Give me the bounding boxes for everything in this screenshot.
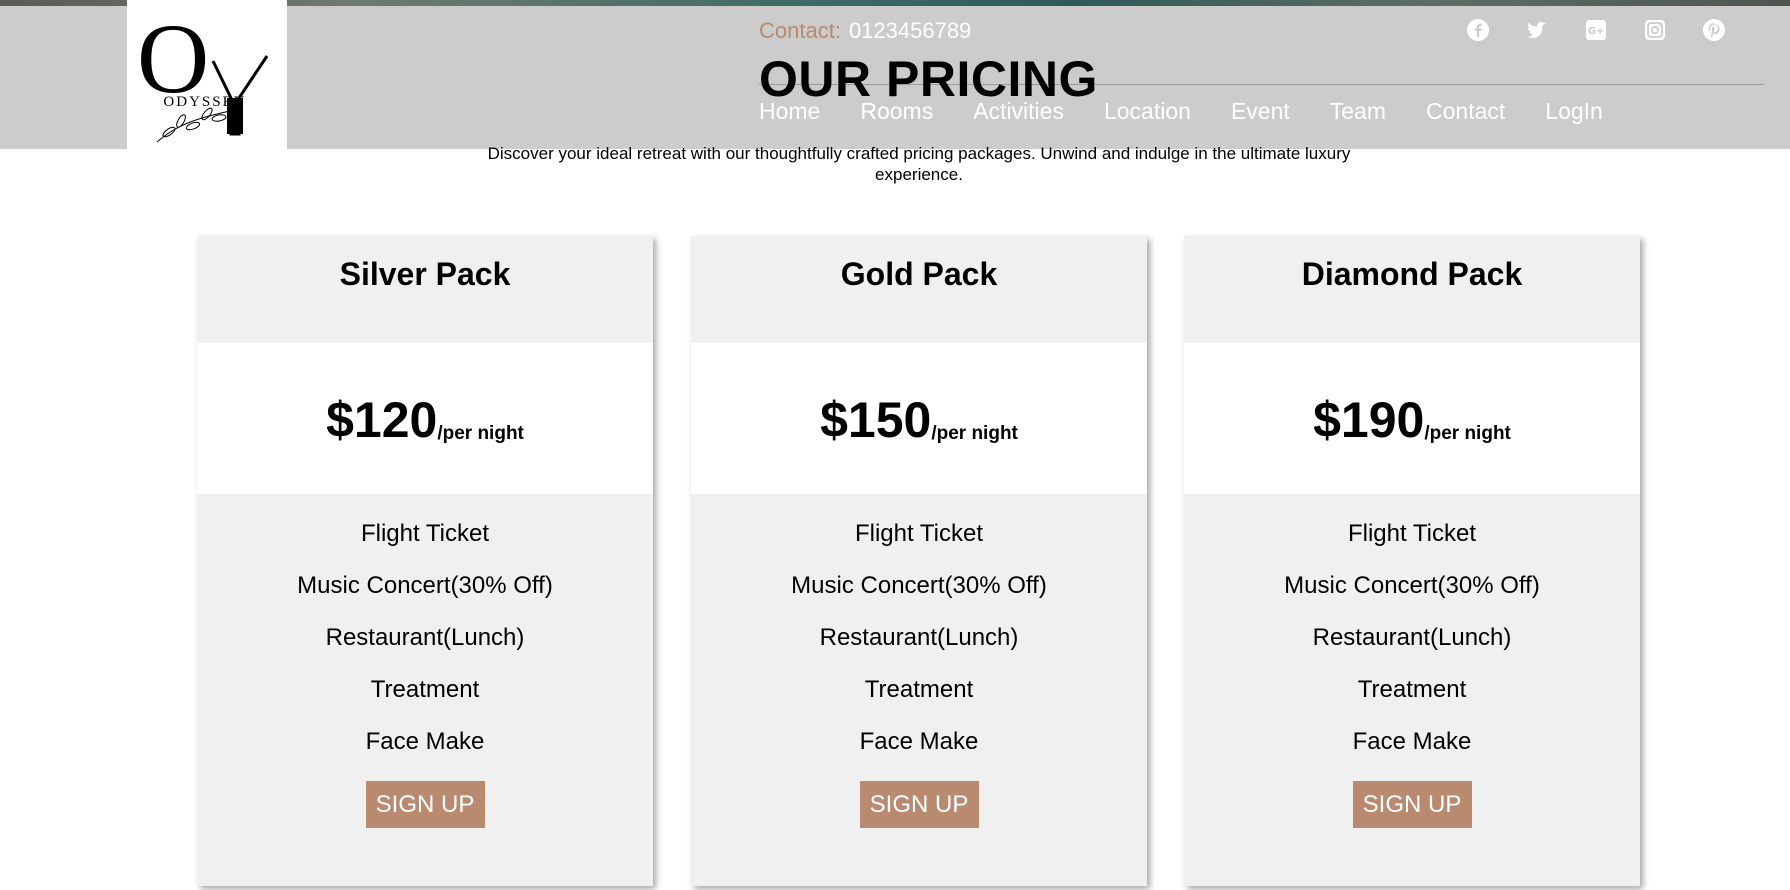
plan-price: $150 [820, 391, 932, 448]
contact-number[interactable]: 0123456789 [849, 18, 971, 43]
page-title: OUR PRICING [759, 51, 1098, 107]
plan-name: Gold Pack [840, 256, 998, 292]
pricing-card-diamond: Diamond Pack $190/per night Flight Ticke… [1184, 236, 1640, 886]
plan-price-unit: /per night [437, 423, 524, 444]
plan-price: $120 [326, 391, 438, 448]
plan-features: Flight Ticket Music Concert(30% Off) Res… [197, 494, 653, 776]
plan-price: $190 [1313, 391, 1425, 448]
nav-login[interactable]: LogIn [1545, 98, 1603, 125]
header-contact: Contact: 0123456789 [759, 18, 971, 44]
instagram-icon[interactable] [1643, 18, 1702, 42]
feature-item: Treatment [370, 676, 480, 703]
feature-item: Face Make [859, 728, 979, 755]
nav-contact[interactable]: Contact [1426, 98, 1505, 125]
feature-item: Music Concert(30% Off) [791, 572, 1047, 599]
pricing-card-gold: Gold Pack $150/per night Flight Ticket M… [691, 236, 1147, 886]
feature-item: Restaurant(Lunch) [819, 624, 1019, 651]
feature-item: Music Concert(30% Off) [1284, 572, 1540, 599]
card-header: Diamond Pack [1184, 236, 1640, 343]
plan-features: Flight Ticket Music Concert(30% Off) Res… [1184, 494, 1640, 776]
plan-price-unit: /per night [1424, 423, 1511, 444]
facebook-icon[interactable] [1466, 18, 1525, 42]
feature-item: Flight Ticket [1347, 520, 1477, 547]
plan-price-block: $190/per night [1184, 343, 1640, 494]
plan-price-block: $150/per night [691, 343, 1147, 494]
card-header: Gold Pack [691, 236, 1147, 343]
feature-item: Music Concert(30% Off) [297, 572, 553, 599]
signup-button-silver[interactable]: SIGN UP [365, 781, 485, 828]
nav-event[interactable]: Event [1231, 98, 1290, 125]
feature-item: Flight Ticket [854, 520, 984, 547]
plan-name: Diamond Pack [1301, 256, 1523, 292]
pinterest-icon[interactable] [1702, 18, 1761, 42]
feature-item: Flight Ticket [360, 520, 490, 547]
nav-location[interactable]: Location [1104, 98, 1191, 125]
social-links: G+ [1466, 18, 1761, 42]
feature-item: Treatment [864, 676, 974, 703]
feature-item: Treatment [1357, 676, 1467, 703]
signup-button-gold[interactable]: SIGN UP [859, 781, 979, 828]
feature-item: Face Make [365, 728, 485, 755]
feature-item: Restaurant(Lunch) [1312, 624, 1512, 651]
plan-features: Flight Ticket Music Concert(30% Off) Res… [691, 494, 1147, 776]
pricing-page: Contact: 0123456789 G+ Home Rooms Activit [0, 0, 1790, 890]
logo-wordmark: ODYSSEY [163, 94, 246, 110]
svg-text:G+: G+ [1588, 26, 1605, 37]
signup-button-diamond[interactable]: SIGN UP [1352, 781, 1472, 828]
logo[interactable]: O ODYSSEY [127, 0, 287, 149]
nav-team[interactable]: Team [1330, 98, 1386, 125]
google-plus-icon[interactable]: G+ [1584, 18, 1643, 42]
pricing-card-silver: Silver Pack $120/per night Flight Ticket… [197, 236, 653, 886]
plan-name: Silver Pack [339, 256, 511, 292]
card-header: Silver Pack [197, 236, 653, 343]
plan-price-block: $120/per night [197, 343, 653, 494]
feature-item: Restaurant(Lunch) [325, 624, 525, 651]
contact-label: Contact: [759, 18, 841, 43]
twitter-icon[interactable] [1525, 18, 1584, 42]
plan-price-unit: /per night [931, 423, 1018, 444]
feature-item: Face Make [1352, 728, 1472, 755]
pricing-subtitle: Discover your ideal retreat with our tho… [487, 144, 1351, 184]
